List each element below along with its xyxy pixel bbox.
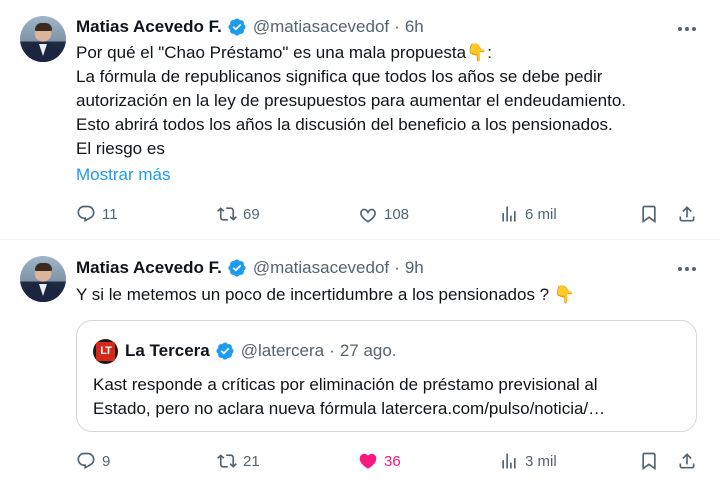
- la-tercera-logo[interactable]: LT: [93, 338, 118, 364]
- reply-bubble-icon: [77, 205, 95, 223]
- more-dots-icon[interactable]: [676, 18, 698, 40]
- quote-author-name: La Tercera: [125, 341, 210, 360]
- tweet-actions: 11 69 108 6 mil: [76, 202, 706, 226]
- views-bar-chart-icon: [502, 206, 516, 222]
- like-button[interactable]: 36: [358, 449, 401, 473]
- quote-header: LT La Tercera @latercera · 27 ago.: [93, 338, 397, 364]
- bookmark-button[interactable]: [639, 202, 665, 226]
- tweet-text: Y si le metemos un poco de incertidumbre…: [76, 283, 706, 307]
- like-count: 108: [384, 205, 410, 223]
- more-dots-icon[interactable]: [676, 258, 698, 280]
- views-button[interactable]: 3 mil: [499, 449, 557, 473]
- views-count: 6 mil: [525, 205, 557, 223]
- show-more-link[interactable]: Mostrar más: [76, 165, 170, 185]
- pointing-down-emoji: 👇: [553, 285, 576, 304]
- author-handle[interactable]: @matiasacevedof: [253, 258, 389, 278]
- heart-icon: [360, 208, 376, 223]
- like-count: 36: [384, 452, 401, 470]
- author-name[interactable]: Matias Acevedo F.: [76, 17, 222, 37]
- quoted-tweet[interactable]: LT La Tercera @latercera · 27 ago. Kast …: [76, 320, 697, 432]
- heart-icon: [359, 453, 377, 469]
- quote-text-line: Estado, pero no aclara nueva fórmula lat…: [93, 399, 606, 418]
- reply-button[interactable]: 11: [76, 202, 118, 226]
- repost-count: 21: [243, 452, 260, 470]
- tweet[interactable]: Matias Acevedo F. @matiasacevedof · 6h P…: [0, 0, 720, 240]
- tweet-text: Por qué el "Chao Préstamo" es una mala p…: [76, 41, 706, 161]
- tweet-text-colon: :: [487, 43, 492, 62]
- tweet-header: Matias Acevedo F. @matiasacevedof · 9h: [76, 257, 424, 279]
- tweet-text-line: Esto abrirá todos los años la discusión …: [76, 115, 613, 134]
- logo-text: LT: [96, 341, 115, 361]
- separator-dot: ·: [394, 258, 400, 277]
- verified-badge-icon: [216, 342, 234, 360]
- avatar[interactable]: [20, 16, 66, 62]
- repost-arrows-icon: [217, 207, 237, 221]
- avatar[interactable]: [20, 256, 66, 302]
- bookmark-button[interactable]: [639, 449, 665, 473]
- share-upload-icon: [679, 453, 695, 469]
- reply-count: 11: [102, 205, 118, 223]
- repost-button[interactable]: 69: [217, 202, 260, 226]
- separator-dot: ·: [329, 341, 335, 360]
- timestamp[interactable]: 9h: [405, 258, 424, 278]
- tweet-text-line: autorización en la ley de presupuestos p…: [76, 91, 627, 110]
- tweet-text-line: Y si le metemos un poco de incertidumbre…: [76, 285, 550, 304]
- reply-button[interactable]: 9: [76, 449, 110, 473]
- share-button[interactable]: [677, 449, 703, 473]
- bookmark-icon: [642, 452, 656, 471]
- views-button[interactable]: 6 mil: [499, 202, 557, 226]
- timestamp[interactable]: 6h: [405, 17, 424, 37]
- repost-arrows-icon: [217, 454, 237, 468]
- quote-text: Kast responde a críticas por eliminación…: [93, 373, 683, 421]
- views-bar-chart-icon: [502, 453, 516, 469]
- verified-badge-icon: [228, 259, 246, 277]
- reply-count: 9: [102, 452, 111, 470]
- quote-author-handle: @latercera: [240, 341, 325, 360]
- tweet-text-line: El riesgo es: [76, 139, 165, 158]
- repost-button[interactable]: 21: [217, 449, 260, 473]
- separator-dot: ·: [394, 17, 400, 36]
- author-handle[interactable]: @matiasacevedof: [253, 17, 389, 37]
- pointing-down-emoji: 👇: [466, 43, 488, 62]
- tweet-actions: 9 21 36 3 mil: [76, 449, 706, 473]
- reply-bubble-icon: [77, 452, 95, 470]
- tweet[interactable]: Matias Acevedo F. @matiasacevedof · 9h Y…: [0, 240, 720, 486]
- tweet-text-line: La fórmula de republicanos significa que…: [76, 67, 603, 86]
- tweet-text-line: Por qué el "Chao Préstamo" es una mala p…: [76, 43, 467, 62]
- quote-date: 27 ago.: [339, 341, 397, 360]
- bookmark-icon: [642, 205, 656, 224]
- like-button[interactable]: 108: [358, 202, 409, 226]
- quote-text-line: Kast responde a críticas por eliminación…: [93, 375, 598, 394]
- author-name[interactable]: Matias Acevedo F.: [76, 258, 222, 278]
- verified-badge-icon: [228, 18, 246, 36]
- tweet-header: Matias Acevedo F. @matiasacevedof · 6h: [76, 16, 424, 38]
- share-upload-icon: [679, 206, 695, 222]
- share-button[interactable]: [677, 202, 703, 226]
- repost-count: 69: [243, 205, 260, 223]
- views-count: 3 mil: [525, 452, 557, 470]
